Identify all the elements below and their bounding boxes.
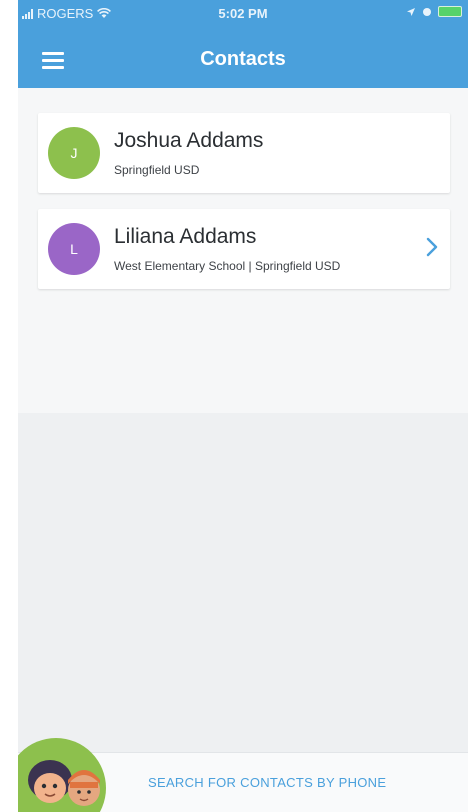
avatar: L — [48, 223, 100, 275]
contact-card-liliana[interactable]: L Liliana Addams West Elementary School … — [38, 209, 450, 289]
avatar-initial: J — [70, 145, 78, 161]
status-time: 5:02 PM — [218, 6, 268, 21]
contact-name: Liliana Addams — [114, 225, 257, 248]
location-arrow-icon — [407, 7, 415, 16]
app-header: ROGERS 5:02 PM Contacts — [18, 0, 468, 88]
search-contacts-by-phone-link[interactable]: SEARCH FOR CONTACTS BY PHONE — [148, 775, 386, 790]
avatar: J — [48, 127, 100, 179]
contact-organization: Springfield USD — [114, 163, 200, 177]
alarm-icon — [423, 7, 431, 16]
contact-name: Joshua Addams — [114, 129, 264, 152]
avatar-initial: L — [70, 241, 78, 257]
mascot-illustration — [18, 738, 106, 812]
page-title: Contacts — [200, 48, 286, 70]
left-gutter — [0, 0, 18, 812]
status-bar: ROGERS 5:02 PM — [18, 0, 468, 26]
battery-icon — [438, 6, 462, 17]
chevron-right-icon[interactable] — [426, 237, 438, 257]
app-screen: ROGERS 5:02 PM Contacts J Joshua Addams … — [18, 0, 468, 812]
contacts-list: J Joshua Addams Springfield USD L Lilian… — [18, 88, 468, 413]
contact-organization: West Elementary School | Springfield USD — [114, 259, 341, 273]
status-right — [406, 6, 462, 17]
contact-card-joshua[interactable]: J Joshua Addams Springfield USD — [38, 113, 450, 193]
